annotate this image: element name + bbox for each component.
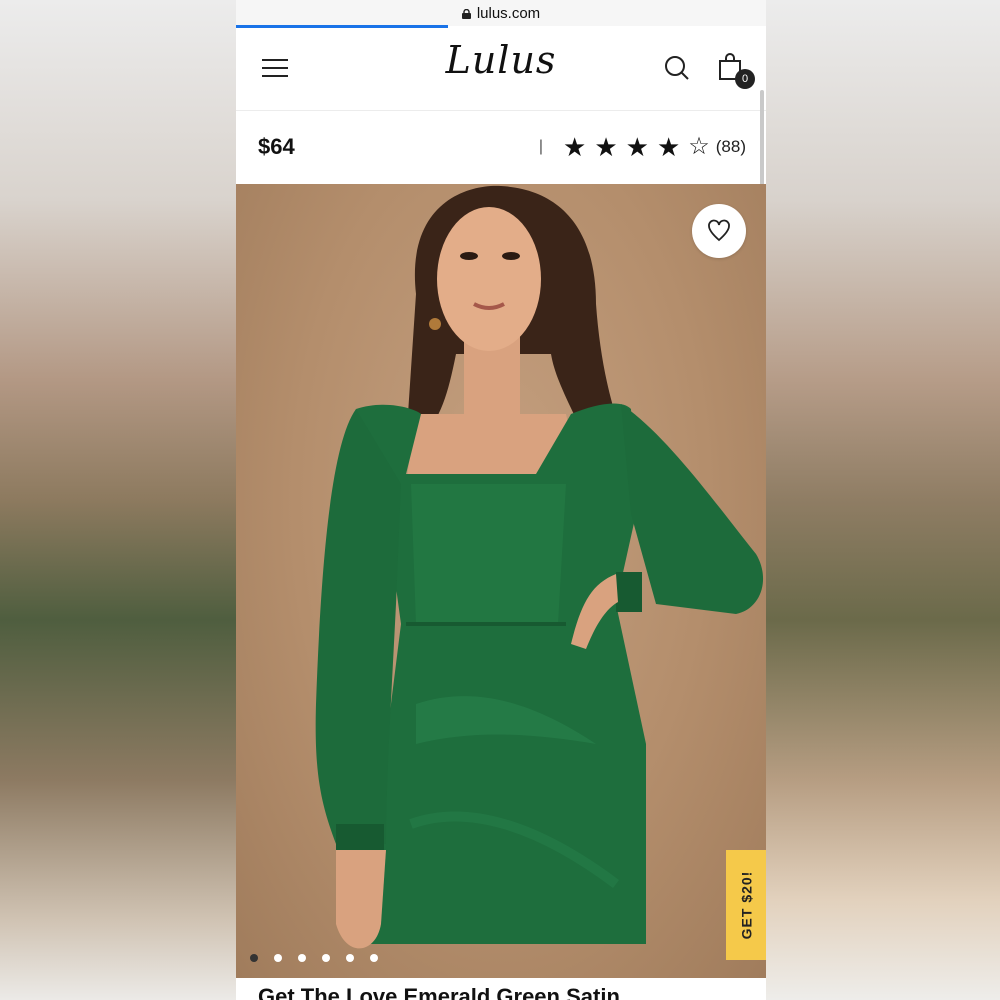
- review-count[interactable]: (88): [716, 137, 746, 157]
- phone-screen: lulus.com Lulus 0 $64 | ★ ★ ★ ★ ☆ (88) G…: [236, 0, 766, 1000]
- product-rating[interactable]: | ★ ★ ★ ★ ☆ (88): [538, 132, 746, 162]
- star-icon: ★: [594, 132, 618, 162]
- carousel-dot[interactable]: [370, 954, 378, 962]
- url-text: lulus.com: [476, 4, 541, 22]
- background-blur-right: [766, 0, 1000, 1000]
- heart-icon: [708, 219, 730, 242]
- star-icon: ☆: [688, 133, 710, 160]
- background-blur-left: [0, 0, 236, 1000]
- hamburger-icon[interactable]: [262, 53, 288, 83]
- carousel-dots: [250, 954, 378, 962]
- lock-icon: [461, 9, 471, 19]
- carousel-dot[interactable]: [250, 954, 258, 962]
- carousel-dot[interactable]: [274, 954, 282, 962]
- star-icon: ★: [563, 132, 587, 162]
- rating-stars: ★ ★ ★ ★ ☆: [563, 132, 710, 162]
- rating-separator: |: [538, 138, 543, 155]
- star-icon: ★: [625, 132, 649, 162]
- shopping-bag-icon[interactable]: 0: [718, 53, 755, 89]
- cart-count-badge: 0: [735, 69, 755, 89]
- browser-address-bar[interactable]: lulus.com: [236, 0, 766, 28]
- wishlist-heart-button[interactable]: [692, 204, 746, 258]
- promo-tab[interactable]: GET $20!: [726, 850, 766, 960]
- product-price: $64: [258, 134, 295, 159]
- promo-label: GET $20!: [738, 870, 755, 940]
- search-icon[interactable]: [664, 55, 690, 81]
- product-title: Get The Love Emerald Green Satin: [258, 984, 620, 1000]
- carousel-dot[interactable]: [322, 954, 330, 962]
- product-photo: [315, 185, 764, 949]
- carousel-dot[interactable]: [346, 954, 354, 962]
- site-logo[interactable]: Lulus: [446, 38, 557, 82]
- site-header: Lulus 0: [236, 26, 766, 111]
- price-rating-row: $64 | ★ ★ ★ ★ ☆ (88): [236, 111, 766, 183]
- product-image-carousel[interactable]: GET $20!: [236, 184, 766, 978]
- carousel-dot[interactable]: [298, 954, 306, 962]
- star-icon: ★: [656, 132, 681, 162]
